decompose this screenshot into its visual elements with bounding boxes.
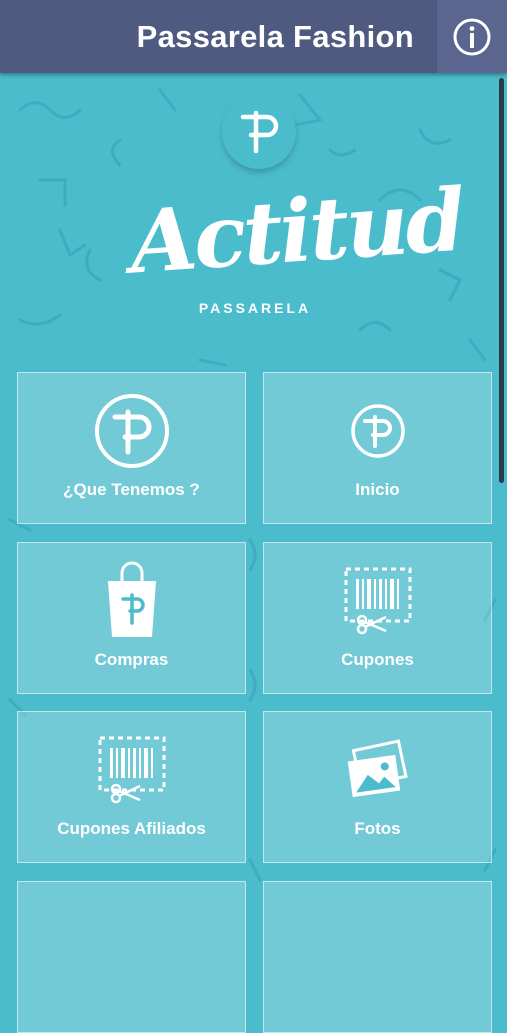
shopping-bag-icon	[107, 561, 156, 637]
brand-subtitle: PASSARELA	[198, 300, 312, 316]
tile-cupones-afiliados[interactable]: Cupones Afiliados	[17, 711, 246, 863]
tile-label: Cupones	[341, 650, 414, 669]
tile-fotos[interactable]: Fotos	[263, 711, 492, 863]
tile-compras[interactable]: Compras	[17, 542, 246, 694]
tile-partial-right[interactable]	[263, 881, 492, 1033]
brand-logo: Actitud PASSARELA	[127, 170, 466, 320]
tile-label: Cupones Afiliados	[57, 819, 206, 838]
tile-label: Fotos	[354, 819, 401, 838]
photos-icon	[347, 739, 408, 798]
p-circle-icon	[94, 394, 169, 468]
p-circle-icon	[350, 404, 405, 458]
tile-cupones[interactable]: Cupones	[263, 542, 492, 694]
tile-label: Inicio	[355, 480, 400, 499]
tile-label: Compras	[94, 650, 169, 669]
scrollbar[interactable]	[499, 78, 504, 483]
coupon-barcode-icon	[98, 736, 165, 804]
tile-label: ¿Que Tenemos ?	[63, 480, 200, 499]
tile-inicio[interactable]: Inicio	[263, 372, 492, 524]
tile-que-tenemos[interactable]: ¿Que Tenemos ?	[17, 372, 246, 524]
coupon-barcode-icon	[344, 567, 411, 635]
brand-word: Actitud	[126, 169, 466, 294]
tile-partial-left[interactable]	[17, 881, 246, 1033]
app-header: Passarela Fashion	[0, 0, 507, 73]
logo-badge	[222, 95, 296, 169]
p-logo-icon	[240, 110, 279, 154]
info-button[interactable]	[437, 0, 507, 73]
info-icon	[453, 18, 491, 55]
app-title: Passarela Fashion	[136, 19, 414, 54]
